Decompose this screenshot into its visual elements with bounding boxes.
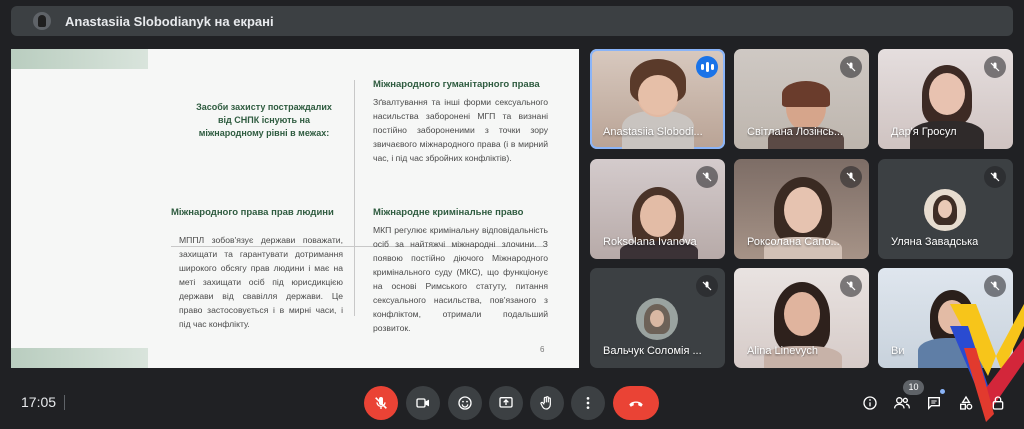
- mic-off-icon: [984, 56, 1006, 78]
- footer-divider: [64, 395, 65, 410]
- lock-icon: [992, 396, 1004, 410]
- q2-text: МППЛ зобов'язує держави поважати, захища…: [179, 235, 343, 329]
- slide-divider-vertical: [354, 80, 355, 316]
- raise-hand-button[interactable]: [530, 386, 564, 420]
- participant-tile[interactable]: Уляна Завадська: [878, 159, 1013, 259]
- q3-title: Міжнародне кримінальне право: [373, 207, 524, 218]
- present-icon: [499, 397, 513, 408]
- leave-call-button[interactable]: [613, 386, 659, 420]
- mic-toggle-button[interactable]: [364, 386, 398, 420]
- mic-off-icon: [840, 275, 862, 297]
- participant-tile[interactable]: Дар'я Гросул: [878, 49, 1013, 149]
- participant-name: Alina Linevych: [747, 345, 818, 357]
- meeting-details-button[interactable]: [860, 393, 880, 413]
- slide-center-title: Засоби захисту постраждалих від СНПК існ…: [196, 102, 332, 138]
- participant-name: Вальчук Соломія ...: [603, 345, 702, 357]
- participant-name: Роксолана Сапо...: [747, 236, 840, 248]
- avatar: [924, 189, 966, 231]
- chat-button[interactable]: [924, 393, 944, 413]
- meeting-time: 17:05: [21, 394, 57, 410]
- present-button[interactable]: [489, 386, 523, 420]
- shared-screen: Засоби захисту постраждалих від СНПК існ…: [11, 49, 579, 368]
- info-icon: [863, 396, 877, 410]
- slide-decoration-top: [11, 49, 148, 69]
- reactions-button[interactable]: [448, 386, 482, 420]
- participant-name: Roksolana Ivanova: [603, 236, 697, 248]
- speaking-indicator-icon: [696, 56, 718, 78]
- mic-off-icon: [375, 397, 387, 409]
- participant-name: Дар'я Гросул: [891, 126, 957, 138]
- mic-off-icon: [696, 166, 718, 188]
- presenter-title: Anastasiia Slobodianyk на екрані: [65, 13, 274, 29]
- host-controls-button[interactable]: [988, 393, 1008, 413]
- participant-name: Anastasiia Slobodi...: [603, 126, 703, 138]
- activities-button[interactable]: [956, 393, 976, 413]
- participant-name: Ви: [891, 345, 905, 357]
- avatar: [636, 298, 678, 340]
- participant-tile[interactable]: Вальчук Соломія ...: [590, 268, 725, 368]
- participants-button[interactable]: [892, 393, 912, 413]
- q1-text: Зґвалтування та інші форми сексуального …: [373, 97, 548, 163]
- mic-off-icon: [840, 166, 862, 188]
- presenter-avatar: [33, 12, 51, 30]
- camera-toggle-button[interactable]: [406, 386, 440, 420]
- participant-name: Уляна Завадська: [891, 236, 979, 248]
- presenter-bar: Anastasiia Slobodianyk на екрані: [11, 6, 1013, 36]
- camera-icon: [416, 398, 429, 408]
- participant-tile[interactable]: Світлана Лозінсь...: [734, 49, 869, 149]
- mic-off-icon: [840, 56, 862, 78]
- slide-page-number: 6: [540, 345, 545, 354]
- participant-name: Світлана Лозінсь...: [747, 126, 843, 138]
- q1-title: Міжнародного гуманітарного права: [373, 79, 540, 90]
- hand-icon: [540, 396, 551, 410]
- q3-text: МКП регулює кримінальну відповідальність…: [373, 225, 548, 333]
- more-icon: [586, 397, 590, 409]
- activities-icon: [960, 395, 973, 410]
- chat-icon: [928, 397, 940, 410]
- mic-off-icon: [984, 275, 1006, 297]
- participant-tile[interactable]: Roksolana Ivanova: [590, 159, 725, 259]
- participant-tile[interactable]: Anastasiia Slobodi...: [590, 49, 725, 149]
- participant-tile[interactable]: Alina Linevych: [734, 268, 869, 368]
- slide-decoration-bottom: [11, 348, 148, 368]
- q2-title: Міжнародного права прав людини: [171, 207, 334, 218]
- mic-off-icon: [696, 275, 718, 297]
- more-options-button[interactable]: [571, 386, 605, 420]
- emoji-icon: [458, 396, 472, 410]
- people-icon: [894, 397, 910, 409]
- mic-off-icon: [984, 166, 1006, 188]
- participant-tile[interactable]: Роксолана Сапо...: [734, 159, 869, 259]
- participants-count-badge: 10: [903, 380, 924, 395]
- chat-notification-dot: [940, 389, 945, 394]
- hangup-icon: [629, 401, 643, 407]
